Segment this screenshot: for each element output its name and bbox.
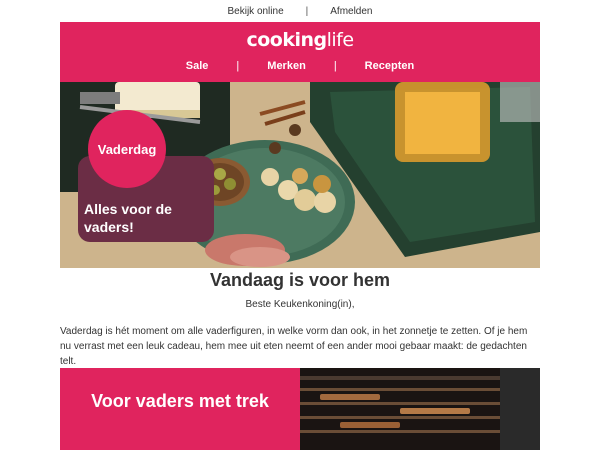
email-container: Bekijk online | Afmelden cookinglife Sal… xyxy=(60,0,540,450)
promo-banner[interactable]: Voor vaders met trek xyxy=(60,368,540,450)
hero-tagline: Alles voor de vaders! xyxy=(84,201,172,235)
nav-separator: | xyxy=(333,60,337,72)
top-links-separator: | xyxy=(305,5,309,17)
grill-image xyxy=(300,368,540,450)
hero-image[interactable]: Vaderdag Alles voor de vaders! xyxy=(60,82,540,268)
vaderdag-badge: Vaderdag xyxy=(88,110,166,188)
nav-sale[interactable]: Sale xyxy=(186,60,209,72)
top-links: Bekijk online | Afmelden xyxy=(60,0,540,22)
nav-recepten[interactable]: Recepten xyxy=(365,60,415,72)
page-title: Vandaag is voor hem xyxy=(209,270,391,290)
main-nav: Sale | Merken | Recepten xyxy=(60,60,540,72)
unsubscribe-link[interactable]: Afmelden xyxy=(330,6,372,17)
promo-title: Voor vaders met trek xyxy=(60,368,300,450)
nav-merken[interactable]: Merken xyxy=(267,60,306,72)
cookinglife-logo[interactable]: cookinglife xyxy=(60,29,540,51)
nav-separator: | xyxy=(236,60,240,72)
promo-image xyxy=(300,368,540,450)
body-text: Vaderdag is hét moment om alle vaderfigu… xyxy=(60,326,528,367)
greeting: Beste Keukenkoning(in), xyxy=(245,299,355,310)
header-banner: cookinglife Sale | Merken | Recepten xyxy=(60,22,540,82)
view-online-link[interactable]: Bekijk online xyxy=(227,6,283,17)
